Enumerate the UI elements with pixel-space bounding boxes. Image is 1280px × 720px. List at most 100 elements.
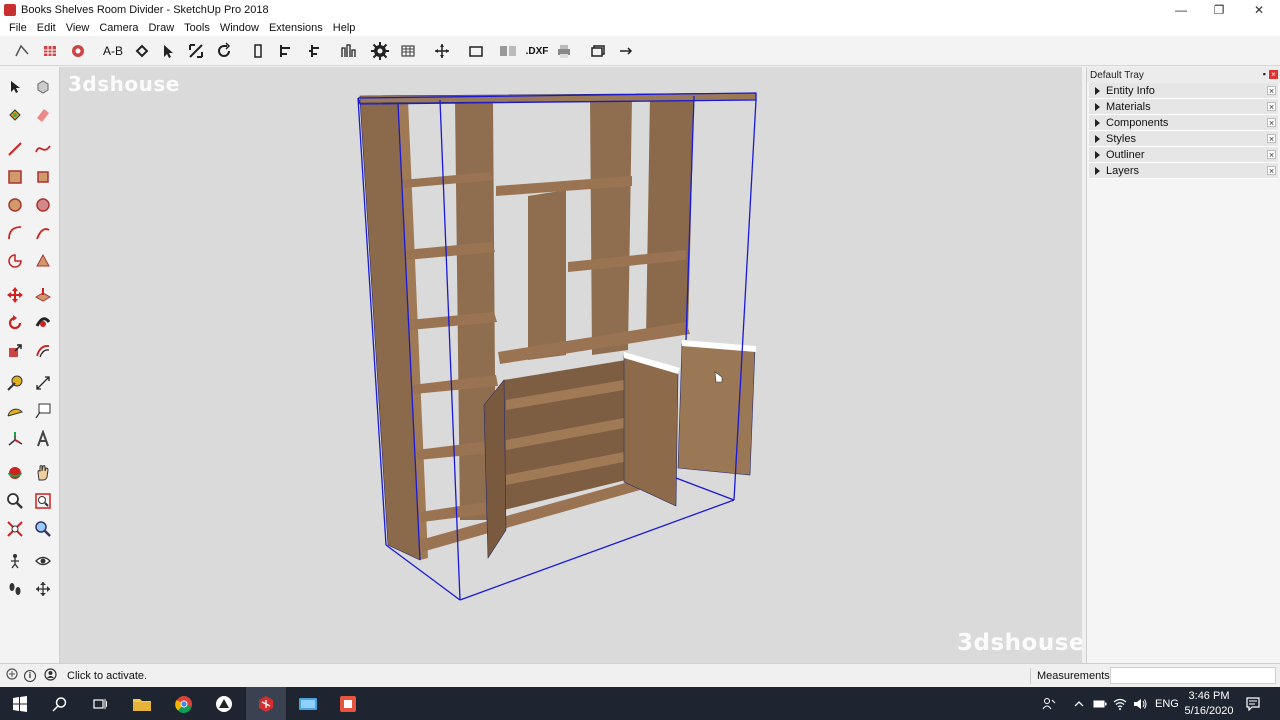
zoom-window-icon[interactable] (31, 489, 55, 513)
tray-close-icon[interactable]: × (1269, 70, 1278, 79)
arrow-right-icon[interactable] (614, 40, 638, 62)
action-center-icon[interactable] (1246, 687, 1260, 720)
panel-close-icon[interactable]: × (1267, 102, 1276, 112)
3d-text-icon[interactable] (31, 427, 55, 451)
orbit-icon[interactable] (212, 40, 236, 62)
show-hidden-icons-chevron-icon[interactable] (1073, 687, 1085, 720)
tape-measure-icon[interactable] (3, 371, 27, 395)
menu-help[interactable]: Help (328, 22, 361, 34)
move-axes-icon[interactable] (430, 40, 454, 62)
offset-tool-icon[interactable] (31, 339, 55, 363)
protractor-icon[interactable] (3, 399, 27, 423)
panel-layers[interactable]: Layers × (1089, 163, 1278, 179)
zoom-extents-tool-icon[interactable] (3, 517, 27, 541)
maximize-button[interactable]: ❐ (1200, 0, 1238, 20)
menu-view[interactable]: View (61, 22, 95, 34)
panel-close-icon[interactable]: × (1267, 86, 1276, 96)
section-plane-tool-icon[interactable] (31, 577, 55, 601)
menu-tools[interactable]: Tools (179, 22, 215, 34)
menu-draw[interactable]: Draw (143, 22, 179, 34)
select-arrow-icon[interactable] (156, 40, 180, 62)
pie-tool-icon[interactable] (3, 249, 27, 273)
two-point-arc-icon[interactable] (31, 221, 55, 245)
geo-location-icon[interactable] (6, 668, 18, 683)
three-point-arc-icon[interactable] (31, 249, 55, 273)
panel-styles[interactable]: Styles × (1089, 131, 1278, 147)
language-indicator[interactable]: ENG (1155, 687, 1179, 720)
walk-footprints-icon[interactable] (3, 577, 27, 601)
line-tool-icon[interactable] (3, 137, 27, 161)
menu-window[interactable]: Window (215, 22, 264, 34)
panel-close-icon[interactable]: × (1267, 150, 1276, 160)
text-label-icon[interactable] (31, 399, 55, 423)
menu-file[interactable]: File (4, 22, 32, 34)
recorder-app-icon[interactable] (328, 687, 368, 720)
menu-extensions[interactable]: Extensions (264, 22, 328, 34)
battery-icon[interactable] (1093, 687, 1107, 720)
close-button[interactable]: ✕ (1240, 0, 1278, 20)
polygon-tool-icon[interactable] (31, 193, 55, 217)
minimize-button[interactable]: — (1162, 0, 1200, 20)
panel-close-icon[interactable]: × (1267, 118, 1276, 128)
panel-entity-info[interactable]: Entity Info × (1089, 83, 1278, 99)
panel-materials[interactable]: Materials × (1089, 99, 1278, 115)
menu-edit[interactable]: Edit (32, 22, 61, 34)
sandbox-from-contours-icon[interactable] (10, 40, 34, 62)
panel-close-icon[interactable]: × (1267, 166, 1276, 176)
freehand-tool-icon[interactable] (31, 137, 55, 161)
move-tool-icon[interactable] (3, 283, 27, 307)
wifi-icon[interactable] (1113, 687, 1127, 720)
tray-pin-icon[interactable]: ▪ (1263, 69, 1266, 79)
paint-bucket-icon[interactable] (130, 40, 154, 62)
rectangle-tool-icon[interactable] (3, 165, 27, 189)
task-view-icon[interactable] (80, 687, 120, 720)
axes-tool-icon[interactable] (3, 427, 27, 451)
model-viewport[interactable]: 3dshouse 3dshouse (60, 67, 1082, 663)
dxf-export-button[interactable]: .DXF (524, 40, 550, 62)
eraser-tool-icon[interactable] (31, 103, 55, 127)
make-component-icon[interactable] (31, 75, 55, 99)
steam-like-icon[interactable] (204, 687, 244, 720)
menu-camera[interactable]: Camera (94, 22, 143, 34)
position-camera-icon[interactable] (3, 549, 27, 573)
sketchup-taskbar-icon[interactable] (246, 687, 286, 720)
import-icon[interactable] (496, 40, 520, 62)
search-icon[interactable] (40, 687, 80, 720)
sandbox-stamp-icon[interactable] (66, 40, 90, 62)
volume-icon[interactable] (1133, 687, 1147, 720)
scale-tool-icon[interactable] (3, 339, 27, 363)
paint-bucket-tool-icon[interactable] (3, 103, 27, 127)
panel-close-icon[interactable]: × (1267, 134, 1276, 144)
user-account-icon[interactable] (44, 667, 57, 684)
sandbox-grid-icon[interactable] (38, 40, 62, 62)
layers-toggle-icon[interactable] (586, 40, 610, 62)
people-icon[interactable] (1042, 687, 1056, 720)
panel-outliner[interactable]: Outliner × (1089, 147, 1278, 163)
bar-chart-icon[interactable] (336, 40, 360, 62)
zoom-extents-icon[interactable] (184, 40, 208, 62)
follow-me-icon[interactable] (31, 311, 55, 335)
pan-hand-icon[interactable] (31, 461, 55, 485)
zoom-tool-icon[interactable] (3, 489, 27, 513)
chrome-browser-icon[interactable] (164, 687, 204, 720)
print-icon[interactable] (552, 40, 576, 62)
align-left-icon[interactable] (274, 40, 298, 62)
dimension-tool-icon[interactable] (31, 371, 55, 395)
screen-app-icon[interactable] (288, 687, 328, 720)
table-icon[interactable] (396, 40, 420, 62)
file-explorer-icon[interactable] (122, 687, 162, 720)
previous-view-icon[interactable] (31, 517, 55, 541)
rectangle-icon[interactable] (464, 40, 488, 62)
look-around-eye-icon[interactable] (31, 549, 55, 573)
settings-gear-icon[interactable] (368, 40, 392, 62)
circle-tool-icon[interactable] (3, 193, 27, 217)
panel-components[interactable]: Components × (1089, 115, 1278, 131)
rotate-tool-icon[interactable] (3, 311, 27, 335)
rotated-rectangle-icon[interactable] (31, 165, 55, 189)
windows-start-icon[interactable] (0, 687, 40, 720)
text-tool-button[interactable]: A-B (100, 40, 126, 62)
align-center-icon[interactable] (302, 40, 326, 62)
select-tool-icon[interactable] (3, 75, 27, 99)
orbit-tool-icon[interactable] (3, 461, 27, 485)
arc-tool-icon[interactable] (3, 221, 27, 245)
